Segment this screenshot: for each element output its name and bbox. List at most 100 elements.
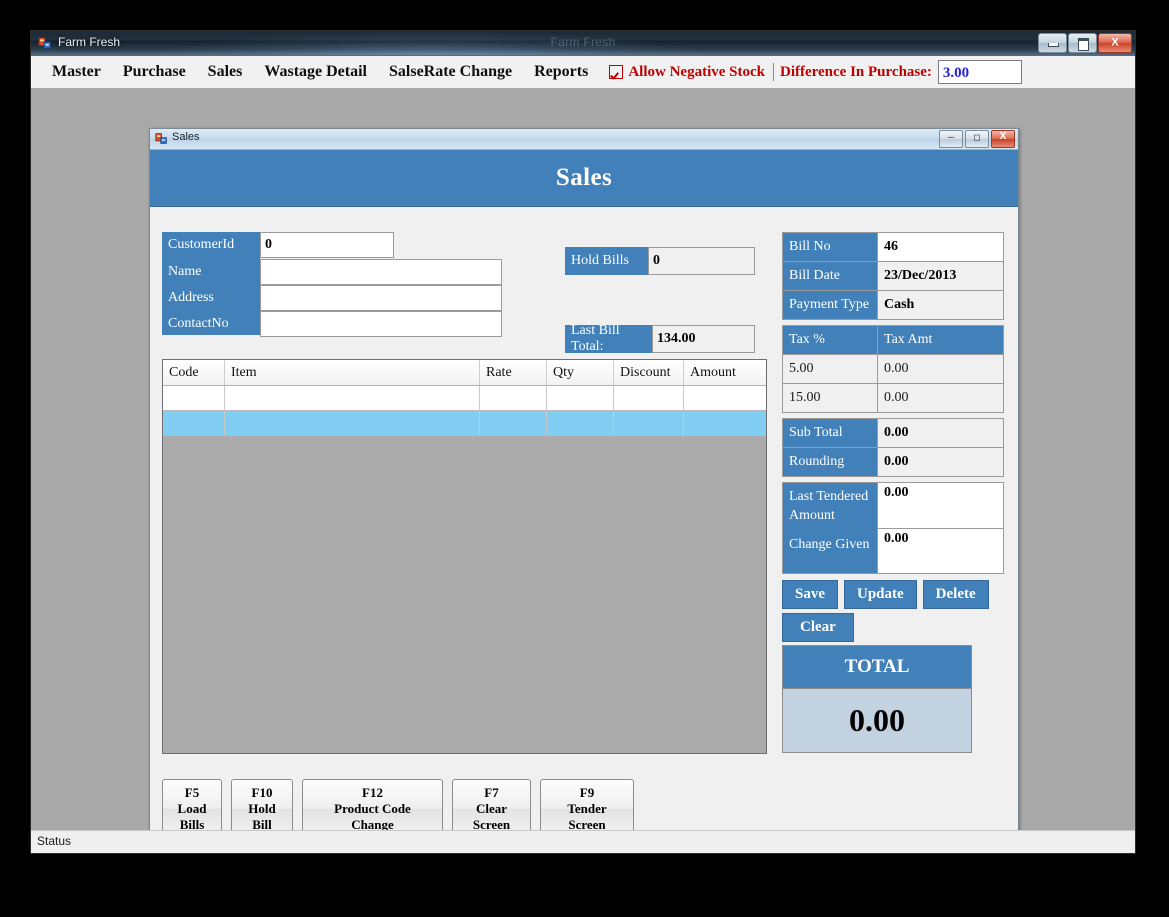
grid-col-amount[interactable]: Amount: [684, 360, 766, 385]
maximize-icon: [1078, 38, 1089, 51]
bill-date-label: Bill Date: [783, 262, 877, 290]
tax-table: Tax % Tax Amt 5.00 0.00 15.00 0.00: [782, 325, 1004, 413]
grid-col-discount[interactable]: Discount: [614, 360, 684, 385]
hold-bills-label: Hold Bills: [565, 247, 648, 275]
sales-items-grid[interactable]: Code Item Rate Qty Discount Amount: [162, 359, 767, 754]
grid-col-rate[interactable]: Rate: [480, 360, 547, 385]
allow-negative-stock-checkbox[interactable]: Allow Negative Stock: [599, 60, 769, 85]
menu-item-wastage-detail[interactable]: Wastage Detail: [253, 59, 378, 85]
f12-text-label: Product Code Change: [334, 801, 411, 832]
cell-code[interactable]: [163, 386, 225, 410]
tax-amount-header: Tax Amt: [877, 326, 1003, 354]
totals-group: Sub Total 0.00 Rounding 0.00: [782, 418, 1004, 477]
allow-negative-stock-label: Allow Negative Stock: [628, 63, 765, 80]
close-button[interactable]: X: [1098, 33, 1132, 53]
sales-window-controls: ─ ◻ X: [939, 130, 1015, 148]
form-icon: [155, 133, 167, 144]
bill-no-value[interactable]: 46: [877, 233, 1003, 261]
minimize-icon: ─: [947, 132, 955, 142]
save-button[interactable]: Save: [782, 580, 838, 609]
record-actions: Save Update Delete: [782, 580, 1004, 609]
clear-button[interactable]: Clear: [782, 613, 854, 642]
bill-no-row: Bill No 46: [783, 233, 1003, 262]
maximize-button[interactable]: [1068, 33, 1097, 53]
delete-button[interactable]: Delete: [922, 580, 989, 609]
bill-date-row: Bill Date 23/Dec/2013: [783, 262, 1003, 291]
cell-rate[interactable]: [480, 386, 547, 410]
sales-child-window: Sales ─ ◻ X Sales CustomerId Name Addres…: [149, 128, 1019, 853]
tax-amount-value: 0.00: [877, 355, 1003, 383]
customerid-label: CustomerId: [168, 237, 235, 252]
change-given-value[interactable]: 0.00: [878, 527, 1003, 573]
grid-col-qty[interactable]: Qty: [547, 360, 614, 385]
sub-total-value: 0.00: [877, 419, 1003, 447]
menu-item-sales[interactable]: Sales: [197, 59, 254, 85]
cell-amount[interactable]: [684, 386, 766, 410]
cell-code[interactable]: [163, 411, 225, 435]
f5-key-label: F5: [184, 785, 200, 800]
menu-item-reports[interactable]: Reports: [523, 59, 599, 85]
cell-qty[interactable]: [547, 386, 614, 410]
cell-item[interactable]: [225, 411, 480, 435]
payment-type-label: Payment Type: [783, 291, 877, 319]
difference-in-purchase-input[interactable]: 3.00: [937, 60, 1022, 84]
checked-checkbox-icon: [609, 65, 624, 79]
menu-item-master[interactable]: Master: [41, 59, 112, 85]
cell-rate[interactable]: [480, 411, 547, 435]
payment-type-value[interactable]: Cash: [877, 291, 1003, 319]
tax-header-row: Tax % Tax Amt: [783, 326, 1003, 355]
grid-col-code[interactable]: Code: [163, 360, 225, 385]
last-tendered-amount-value[interactable]: 0.00: [878, 483, 1003, 528]
table-row[interactable]: [163, 386, 766, 411]
cell-amount[interactable]: [684, 411, 766, 435]
menu-separator: [772, 63, 774, 81]
f5-text-label: Load Bills: [177, 801, 207, 832]
cell-item[interactable]: [225, 386, 480, 410]
tender-values-column: 0.00 0.00: [877, 483, 1003, 573]
address-input[interactable]: [260, 285, 502, 311]
rounding-value: 0.00: [877, 448, 1003, 476]
cell-discount[interactable]: [614, 386, 684, 410]
last-bill-total-label: Last Bill Total:: [565, 323, 652, 354]
sales-maximize-button[interactable]: ◻: [965, 130, 989, 148]
page-title: Sales: [555, 164, 613, 191]
customerid-input[interactable]: 0: [260, 232, 394, 258]
tender-labels-column: Last Tendered Amount Change Given: [783, 483, 877, 573]
total-value: 0.00: [783, 689, 971, 752]
bill-no-label: Bill No: [783, 233, 877, 261]
sales-body: CustomerId Name Address ContactNo 0 Hold…: [150, 207, 1018, 853]
clear-action-row: Clear: [782, 613, 1004, 642]
f12-key-label: F12: [362, 785, 383, 800]
application-titlebar[interactable]: Farm Fresh Farm Fresh X: [31, 31, 1135, 56]
sales-minimize-button[interactable]: ─: [939, 130, 963, 148]
f7-key-label: F7: [484, 785, 499, 800]
menu-item-purchase[interactable]: Purchase: [112, 59, 197, 85]
hold-bills-input[interactable]: 0: [648, 247, 755, 275]
sub-total-label: Sub Total: [783, 419, 877, 447]
update-button[interactable]: Update: [844, 580, 917, 609]
sales-window-titlebar[interactable]: Sales ─ ◻ X: [150, 129, 1018, 150]
cell-qty[interactable]: [547, 411, 614, 435]
tax-row: 5.00 0.00: [783, 355, 1003, 384]
change-given-label: Change Given: [789, 537, 870, 552]
grid-header-row: Code Item Rate Qty Discount Amount: [163, 360, 766, 386]
address-label: Address: [168, 290, 214, 305]
sales-window-title: Sales: [172, 131, 200, 143]
contactno-input[interactable]: [260, 311, 502, 337]
bill-date-value[interactable]: 23/Dec/2013: [877, 262, 1003, 290]
grid-col-item[interactable]: Item: [225, 360, 480, 385]
last-bill-total-value: 134.00: [652, 325, 755, 353]
menu-item-salserate-change[interactable]: SalseRate Change: [378, 59, 523, 85]
application-window: Farm Fresh Farm Fresh X Master Purchase …: [30, 30, 1136, 854]
sales-close-button[interactable]: X: [991, 130, 1015, 148]
cell-discount[interactable]: [614, 411, 684, 435]
minimize-button[interactable]: [1038, 33, 1067, 53]
name-input[interactable]: [260, 259, 502, 285]
status-text: Status: [37, 834, 72, 848]
last-tendered-amount-label: Last Tendered Amount: [789, 489, 869, 523]
contactno-label: ContactNo: [168, 316, 229, 331]
desktop: Farm Fresh Farm Fresh X Master Purchase …: [0, 0, 1169, 917]
tax-amount-value: 0.00: [877, 384, 1003, 412]
table-row[interactable]: [163, 411, 766, 436]
rounding-label: Rounding: [783, 448, 877, 476]
